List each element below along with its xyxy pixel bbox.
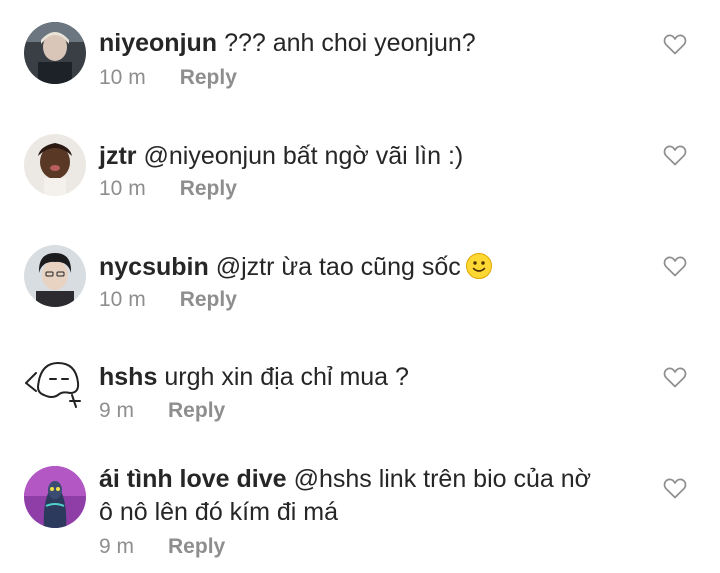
- reply-button[interactable]: Reply: [168, 399, 225, 423]
- comment-meta: 9 m Reply: [99, 399, 225, 423]
- comment-body: urgh xin địa chỉ mua ?: [164, 363, 409, 391]
- like-button[interactable]: [663, 366, 687, 388]
- comment-body-line2: ô nô lên đó kím đi má: [99, 498, 339, 526]
- reply-button[interactable]: Reply: [180, 288, 237, 312]
- comment-body: @hshs link trên bio của nờ: [293, 465, 592, 493]
- comment-meta: 10 m Reply: [99, 288, 237, 312]
- heart-outline-icon: [663, 478, 687, 499]
- comment-body: @jztr ừa tao cũng sốc: [215, 253, 461, 281]
- comment-username[interactable]: jztr: [99, 142, 137, 170]
- comment-text: ái tình love dive @hshs link trên bio của…: [99, 463, 644, 529]
- comment-username[interactable]: ái tình love dive: [99, 465, 287, 493]
- comment-text: hshs urgh xin địa chỉ mua ?: [99, 361, 644, 394]
- heart-outline-icon: [663, 34, 687, 55]
- comment-meta: 10 m Reply: [99, 177, 237, 201]
- like-button[interactable]: [663, 255, 687, 277]
- heart-outline-icon: [663, 367, 687, 388]
- comment-time: 10 m: [99, 177, 146, 200]
- reply-button[interactable]: Reply: [180, 66, 237, 90]
- comment-body: @niyeonjun bất ngờ vãi lìn :): [143, 142, 464, 170]
- heart-outline-icon: [663, 256, 687, 277]
- avatar[interactable]: [24, 22, 86, 84]
- avatar[interactable]: [24, 134, 86, 196]
- heart-outline-icon: [663, 145, 687, 166]
- comment-text: niyeonjun??? anh choi yeonjun?: [99, 27, 644, 60]
- comment-time: 9 m: [99, 399, 135, 422]
- comment-username[interactable]: nycsubin: [99, 253, 209, 281]
- slightly-smiling-face-emoji: [465, 252, 493, 289]
- comment-text: jztr @niyeonjun bất ngờ vãi lìn :): [99, 140, 644, 173]
- comment-meta: 10 m Reply: [99, 66, 237, 90]
- avatar[interactable]: [22, 355, 86, 411]
- avatar[interactable]: [24, 245, 86, 307]
- like-button[interactable]: [663, 33, 687, 55]
- comment-text: nycsubin @jztr ừa tao cũng sốc: [99, 251, 644, 289]
- reply-button[interactable]: Reply: [180, 177, 237, 201]
- like-button[interactable]: [663, 144, 687, 166]
- comment-time: 10 m: [99, 66, 146, 89]
- comment-username[interactable]: niyeonjun: [99, 29, 217, 57]
- comment-meta: 9 m Reply: [99, 535, 225, 559]
- avatar[interactable]: [24, 466, 86, 528]
- reply-button[interactable]: Reply: [168, 535, 225, 559]
- comment-body: ??? anh choi yeonjun?: [224, 29, 476, 57]
- like-button[interactable]: [663, 477, 687, 499]
- comment-username[interactable]: hshs: [99, 363, 157, 391]
- comment-time: 9 m: [99, 535, 135, 558]
- comment-time: 10 m: [99, 288, 146, 311]
